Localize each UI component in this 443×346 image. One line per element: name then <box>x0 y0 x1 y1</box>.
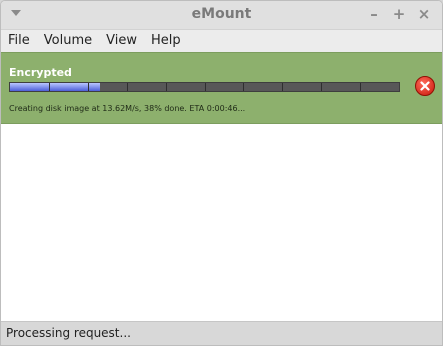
status-bar: Processing request... <box>1 321 442 345</box>
app-window: eMount – + × File Volume View Help Encry… <box>0 0 443 346</box>
progress-segment-divider <box>204 83 206 91</box>
operation-name: Encrypted <box>9 66 72 79</box>
status-text: Processing request... <box>6 326 131 340</box>
progress-bar <box>9 82 400 92</box>
menu-file[interactable]: File <box>4 30 34 52</box>
minimize-button[interactable]: – <box>365 5 383 23</box>
menu-view[interactable]: View <box>102 30 141 52</box>
progress-segment-divider <box>126 83 128 91</box>
operation-panel: Encrypted Creating disk image at 13.62M/… <box>1 52 442 124</box>
progress-segment-divider <box>48 83 50 91</box>
progress-segment-divider <box>360 83 362 91</box>
progress-segment-divider <box>321 83 323 91</box>
menu-help[interactable]: Help <box>147 30 185 52</box>
menu-volume[interactable]: Volume <box>40 30 96 52</box>
progress-segment-divider <box>243 83 245 91</box>
cancel-button[interactable] <box>415 76 435 96</box>
maximize-button[interactable]: + <box>390 5 408 23</box>
cancel-icon <box>420 81 430 91</box>
progress-segment-divider <box>165 83 167 91</box>
operation-status: Creating disk image at 13.62M/s, 38% don… <box>9 104 246 113</box>
progress-segment-divider <box>87 83 89 91</box>
title-bar[interactable]: eMount – + × <box>1 1 442 30</box>
volume-list-area[interactable] <box>1 124 442 321</box>
menu-bar: File Volume View Help <box>1 30 442 52</box>
progress-fill <box>10 83 101 91</box>
close-button[interactable]: × <box>415 5 433 23</box>
progress-segment-divider <box>282 83 284 91</box>
